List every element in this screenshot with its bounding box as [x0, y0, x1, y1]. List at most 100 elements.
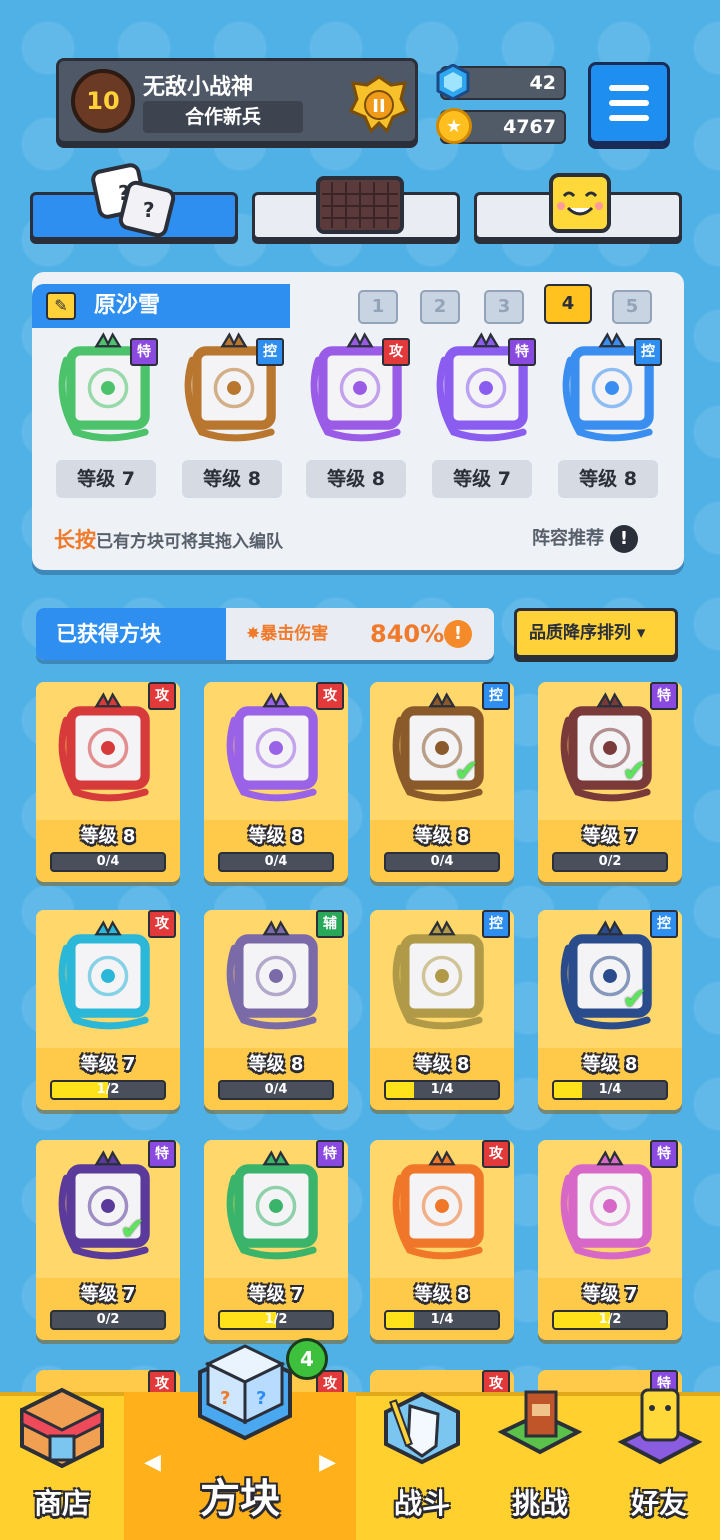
nav-shop[interactable]: 商店 — [0, 1387, 124, 1540]
block-level: 等级 7 — [80, 1054, 136, 1075]
upgrade-progress: 0/4 — [218, 1080, 334, 1100]
team-slot-1[interactable]: 1 — [358, 290, 398, 324]
nav-battle[interactable]: 战斗 — [362, 1391, 482, 1540]
block-card[interactable]: 控 等级 8 0/4 ✔ — [370, 682, 514, 882]
team-member-level: 等级 8 — [558, 460, 658, 498]
role-tag: 特 — [316, 1140, 344, 1168]
role-tag: 攻 — [148, 682, 176, 710]
team-slot-4[interactable]: 4 — [544, 284, 592, 324]
avatar[interactable]: 10 — [71, 69, 135, 133]
team-member-card[interactable]: 特 — [50, 330, 166, 450]
team-member-card[interactable]: 攻 — [302, 330, 418, 450]
nav-challenge[interactable]: 挑战 — [480, 1390, 600, 1540]
team-member-level: 等级 8 — [182, 460, 282, 498]
upgrade-progress: 1/4 — [552, 1080, 668, 1100]
board-icon — [316, 176, 404, 234]
team-slot-3[interactable]: 3 — [484, 290, 524, 324]
block-card[interactable]: 攻 等级 8 0/4 — [204, 682, 348, 882]
owned-label: 已获得方块 — [36, 608, 226, 660]
svg-text:?: ? — [118, 181, 130, 205]
role-tag: 控 — [256, 338, 284, 366]
upgrade-progress-text: 0/4 — [264, 1082, 288, 1097]
svg-text:?: ? — [220, 1388, 230, 1409]
team-member-card[interactable]: 特 — [428, 330, 544, 450]
crit-value: 840% — [370, 620, 445, 648]
role-tag: 特 — [650, 682, 678, 710]
role-tag: 控 — [634, 338, 662, 366]
shop-icon — [20, 1387, 104, 1468]
nav-challenge-label: 挑战 — [511, 1487, 568, 1520]
upgrade-progress: 0/2 — [552, 852, 668, 872]
crit-info-icon[interactable]: ! — [444, 620, 472, 648]
block-card[interactable]: 攻 等级 7 1/2 — [36, 910, 180, 1110]
block-card[interactable]: 控 等级 8 1/4 — [370, 910, 514, 1110]
role-tag: 特 — [650, 1140, 678, 1168]
nav-blocks-label: 方块 — [200, 1476, 280, 1522]
block-level: 等级 8 — [582, 1054, 638, 1075]
block-card[interactable]: 攻 等级 8 1/4 — [370, 1140, 514, 1340]
block-card[interactable]: 特 等级 7 0/2 ✔ — [538, 682, 682, 882]
block-level: 等级 8 — [248, 826, 304, 847]
upgrade-progress-text: 1/4 — [430, 1312, 454, 1327]
role-tag: 控 — [482, 682, 510, 710]
block-card[interactable]: 辅 等级 8 0/4 — [204, 910, 348, 1110]
team-member-card[interactable]: 控 — [176, 330, 292, 450]
block-level: 等级 7 — [80, 1284, 136, 1305]
recommend-button[interactable]: 阵容推荐! — [532, 524, 638, 553]
menu-line — [609, 85, 649, 91]
upgrade-progress: 1/2 — [218, 1310, 334, 1330]
menu-line — [609, 100, 649, 106]
drag-hint-strong: 长按 — [54, 528, 96, 552]
menu-button[interactable] — [588, 62, 670, 144]
team-member-level: 等级 7 — [432, 460, 532, 498]
role-tag: 攻 — [382, 338, 410, 366]
upgrade-progress-text: 0/2 — [96, 1312, 120, 1327]
sort-dropdown[interactable]: 品质降序排列 ▾ — [514, 608, 678, 658]
rank-label: II — [372, 96, 385, 117]
team-slot-5[interactable]: 5 — [612, 290, 652, 324]
upgrade-progress-text: 0/4 — [96, 854, 120, 869]
profile-panel[interactable]: 10 无敌小战神 合作新兵 II — [56, 58, 418, 144]
team-panel: 原沙雪 ✎ 1 2 3 4 5 特 控 攻 特 控 等级 7 等级 8 等级 8… — [32, 272, 684, 570]
block-card[interactable]: 特 等级 7 1/2 — [204, 1140, 348, 1340]
nav-friends[interactable]: 好友 — [598, 1388, 720, 1540]
battle-icon — [384, 1391, 460, 1465]
block-level: 等级 8 — [414, 1284, 470, 1305]
check-icon: ✔ — [454, 754, 480, 789]
team-member-level: 等级 8 — [306, 460, 406, 498]
team-slot-2[interactable]: 2 — [420, 290, 460, 324]
block-nav-icon: ? ? — [198, 1344, 292, 1441]
block-card[interactable]: 特 等级 7 0/2 ✔ — [36, 1140, 180, 1340]
block-card[interactable]: 攻 等级 8 0/4 — [36, 682, 180, 882]
upgrade-progress-text: 1/4 — [598, 1082, 622, 1097]
block-card[interactable]: 特 等级 7 1/2 — [538, 1140, 682, 1340]
rank-badge-icon[interactable]: II — [349, 75, 409, 133]
block-level: 等级 7 — [248, 1284, 304, 1305]
friends-icon — [618, 1388, 702, 1465]
upgrade-progress: 1/2 — [552, 1310, 668, 1330]
drag-hint: 长按已有方块可将其拖入编队 — [54, 524, 283, 554]
caret-down-icon: ▾ — [636, 623, 646, 643]
sort-label: 品质降序排列 — [529, 623, 631, 643]
block-card[interactable]: 控 等级 8 1/4 ✔ — [538, 910, 682, 1110]
player-title: 合作新兵 — [143, 101, 303, 133]
nav-blocks[interactable]: ? ? ◀ ▶ 方块 — [124, 1344, 356, 1540]
role-tag: 攻 — [482, 1140, 510, 1168]
upgrade-progress-text: 0/4 — [430, 854, 454, 869]
team-member-card[interactable]: 控 — [554, 330, 670, 450]
upgrade-progress-text: 1/4 — [430, 1082, 454, 1097]
gem-icon — [436, 64, 470, 100]
owned-header: 已获得方块 ✸暴击伤害 840% ! — [36, 608, 494, 660]
block-level: 等级 7 — [582, 826, 638, 847]
upgrade-progress-text: 0/2 — [598, 854, 622, 869]
upgrade-progress: 1/4 — [384, 1080, 500, 1100]
svg-text:?: ? — [143, 198, 155, 222]
svg-text:?: ? — [256, 1388, 266, 1409]
role-tag: 控 — [650, 910, 678, 938]
edit-icon[interactable]: ✎ — [46, 292, 76, 320]
check-icon: ✔ — [120, 1212, 146, 1247]
notification-badge: 4 — [286, 1338, 328, 1380]
avatar-level: 10 — [86, 87, 120, 115]
player-name: 无敌小战神 — [143, 75, 254, 100]
role-tag: 特 — [130, 338, 158, 366]
